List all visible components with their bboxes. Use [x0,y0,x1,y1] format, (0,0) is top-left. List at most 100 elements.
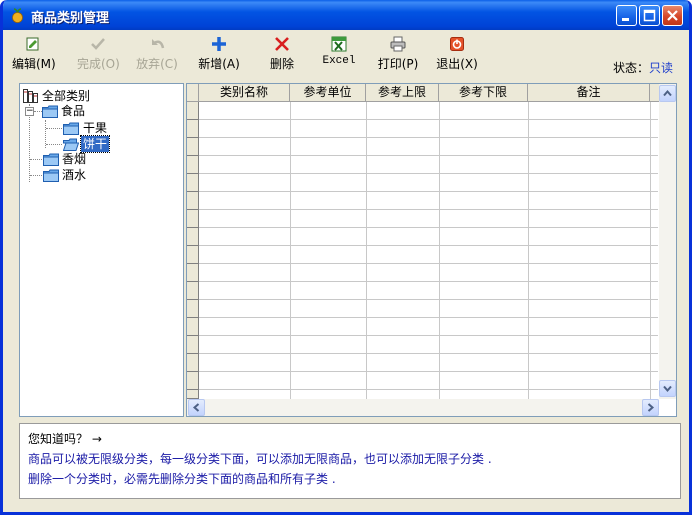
category-tree[interactable]: 全部类别 − 食品 干果 饼干 香烟 酒水 [19,83,184,417]
check-icon [91,38,105,50]
tree-item-label: 全部类别 [42,89,91,103]
status-value: 只读 [649,61,674,75]
header-corner [187,84,199,102]
maximize-icon [643,9,656,22]
row-header[interactable] [187,120,199,138]
excel-button[interactable]: Excel [321,36,357,76]
row-header[interactable] [187,372,199,390]
close-button[interactable] [662,5,683,26]
grid-column-line [290,102,291,399]
row-header[interactable] [187,192,199,210]
grid-row[interactable] [199,137,658,138]
grid-row[interactable] [199,209,658,210]
grid-row[interactable] [199,299,658,300]
scroll-up-button[interactable] [659,85,676,102]
close-icon [667,10,678,21]
tree-connector [46,128,62,129]
grid-row[interactable] [199,335,658,336]
vertical-scrollbar[interactable] [659,84,676,399]
row-header[interactable] [187,264,199,282]
grid-row[interactable] [199,281,658,282]
delete-x-icon [275,37,289,51]
grid-row[interactable] [199,353,658,354]
minimize-button[interactable] [616,5,637,26]
row-header[interactable] [187,174,199,192]
grid-row[interactable] [199,227,658,228]
row-header[interactable] [187,282,199,300]
row-header[interactable] [187,210,199,228]
tree-item-label: 香烟 [62,152,87,166]
column-header-notes[interactable]: 备注 [528,84,650,102]
row-header[interactable] [187,390,199,399]
exit-icon [450,37,464,51]
category-grid[interactable]: 类别名称 参考单位 参考上限 参考下限 备注 [186,83,677,417]
plus-icon [212,37,226,51]
tree-item-label: 酒水 [62,168,87,182]
window-title: 商品类别管理 [31,11,110,26]
print-button[interactable]: 打印(P) [377,36,419,76]
column-header-unit[interactable]: 参考单位 [290,84,366,102]
maximize-button[interactable] [639,5,660,26]
tips-line: 删除一个分类时，必需先删除分类下面的商品和所有子类 . [28,472,336,486]
row-header[interactable] [187,354,199,372]
chevron-right-icon [647,403,655,412]
column-header-name[interactable]: 类别名称 [199,84,290,102]
delete-button[interactable]: 删除 [268,36,296,76]
row-header[interactable] [187,300,199,318]
title-bar[interactable]: 商品类别管理 [3,0,689,30]
chevron-up-icon [663,89,672,97]
folder-icon [63,122,79,135]
row-header[interactable] [187,246,199,264]
grid-row[interactable] [199,119,658,120]
row-header[interactable] [187,102,199,120]
minimize-icon [622,18,629,21]
tips-line: 商品可以被无限级分类，每一级分类下面，可以添加无限商品，也可以添加无限子分类 . [28,452,492,466]
scroll-down-button[interactable] [659,380,676,397]
exit-button[interactable]: 退出(X) [436,36,478,76]
scroll-left-button[interactable] [188,399,205,416]
grid-row[interactable] [199,371,658,372]
horizontal-scrollbar[interactable] [187,399,659,416]
done-button[interactable]: 完成(O) [77,36,120,76]
grid-header: 类别名称 参考单位 参考上限 参考下限 备注 [187,84,659,102]
column-header-upper-limit[interactable]: 参考上限 [366,84,439,102]
row-header[interactable] [187,336,199,354]
printer-icon [390,36,406,52]
tree-connector [30,159,42,160]
all-categories-icon [23,89,38,103]
grid-row[interactable] [199,263,658,264]
excel-icon [331,36,347,52]
row-header[interactable] [187,318,199,336]
collapse-toggle[interactable]: − [25,107,34,116]
chevron-left-icon [192,403,200,412]
grid-column-line [650,102,651,399]
grid-row[interactable] [199,191,658,192]
column-header-lower-limit[interactable]: 参考下限 [439,84,528,102]
tree-connector [30,175,42,176]
edit-icon [26,37,39,51]
tree-item-label-selected: 饼干 [79,135,111,153]
grid-column-line [439,102,440,399]
grid-row[interactable] [199,155,658,156]
add-button[interactable]: 新增(A) [198,36,240,76]
row-header[interactable] [187,156,199,174]
app-icon [12,8,23,23]
folder-icon [42,105,58,118]
grid-row[interactable] [199,317,658,318]
grid-row[interactable] [199,389,658,390]
tree-connector [46,144,62,145]
grid-row[interactable] [199,245,658,246]
tree-item-label: 食品 [61,104,86,118]
main-window: 商品类别管理 编辑(M) 完成(O) 放弃(C) 新增(A) 删除 Excel … [0,0,692,515]
edit-button[interactable]: 编辑(M) [12,36,56,76]
grid-row[interactable] [199,173,658,174]
tree-connector [34,111,42,112]
status-indicator: 状态：只读 [613,59,673,76]
row-header[interactable] [187,228,199,246]
status-label: 状态： [613,61,650,75]
tree-item-label: 干果 [83,121,108,135]
discard-button[interactable]: 放弃(C) [136,36,178,76]
toolbar: 编辑(M) 完成(O) 放弃(C) 新增(A) 删除 Excel 打印(P) 退… [3,27,689,80]
row-header[interactable] [187,138,199,156]
scroll-right-button[interactable] [642,399,659,416]
